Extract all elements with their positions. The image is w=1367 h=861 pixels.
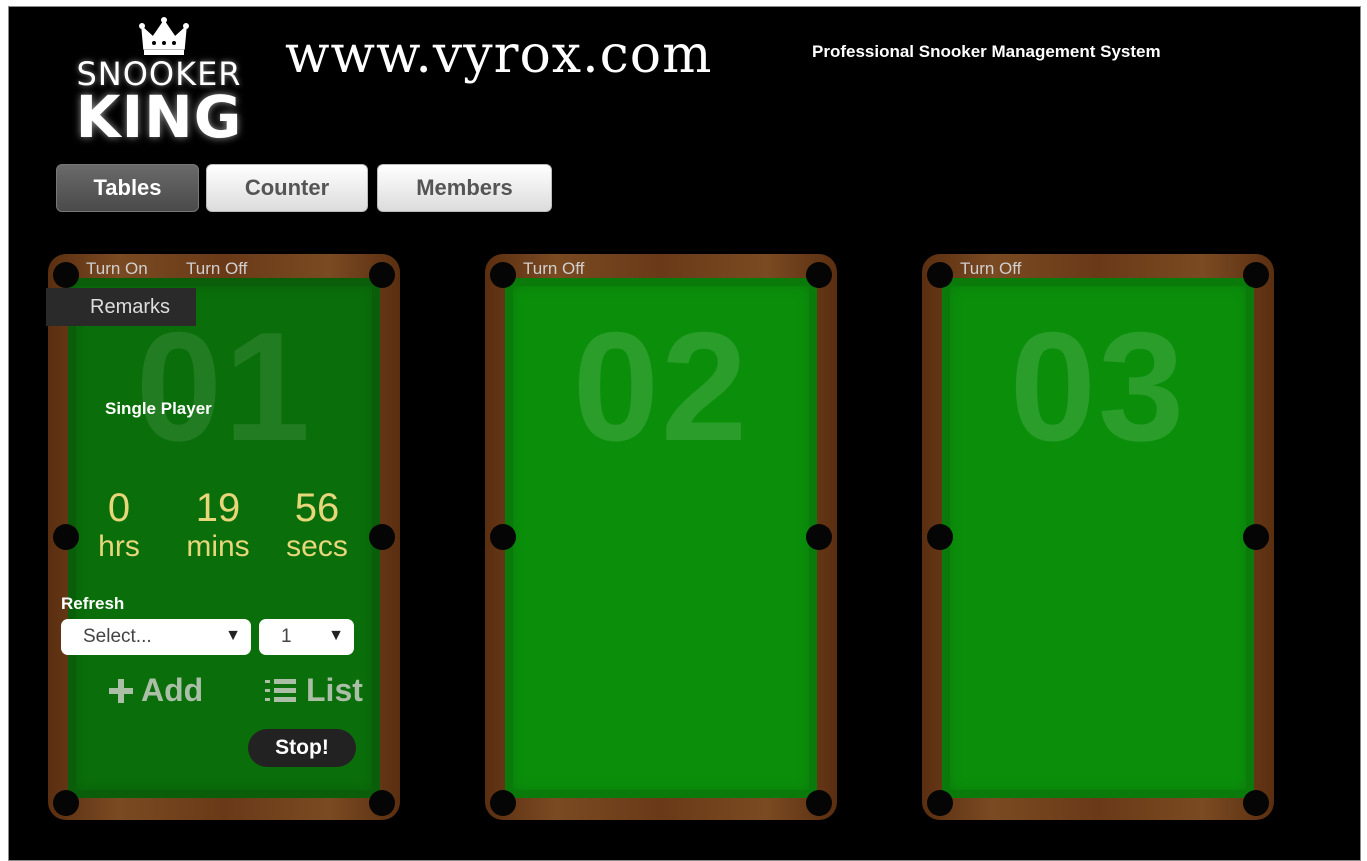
pocket [490,262,516,288]
turn-off-link[interactable]: Turn Off [186,259,247,279]
table-number: 01 [135,300,313,473]
pocket [1243,790,1269,816]
timer-hours-value: 0 [107,486,131,530]
item-select[interactable]: Select... ▼ [61,619,251,655]
player-mode-label: Single Player [105,399,212,418]
snooker-king-logo: SNOOKER KING [64,15,264,151]
snooker-table-02[interactable]: 02 Turn Off [485,254,837,820]
list-button[interactable]: List [264,672,363,709]
pocket [53,262,79,288]
snooker-table-03[interactable]: 03 Turn Off [922,254,1274,820]
site-url: www.vyrox.com [285,25,713,85]
pocket [490,790,516,816]
app-window: SNOOKER KING www.vyrox.com Professional … [8,6,1361,861]
pocket [1243,524,1269,550]
turn-off-link[interactable]: Turn Off [523,259,584,279]
list-label: List [306,672,363,708]
refresh-link[interactable]: Refresh [61,594,124,614]
pocket [806,524,832,550]
timer-hours: 0 hrs [79,486,159,564]
item-select-value: Select... [83,626,152,647]
pocket [927,262,953,288]
timer-minutes-value: 19 [195,486,241,530]
pocket [53,524,79,550]
turn-on-link[interactable]: Turn On [86,259,148,279]
remarks-button[interactable]: Remarks [46,288,196,326]
list-icon [265,678,296,702]
turn-off-link[interactable]: Turn Off [960,259,1021,279]
pocket [927,524,953,550]
timer-minutes: 19 mins [178,486,258,564]
quantity-select-value: 1 [281,626,292,647]
stop-button[interactable]: Stop! [248,729,356,767]
tagline: Professional Snooker Management System [812,42,1161,61]
table-number: 03 [1009,300,1187,473]
add-button[interactable]: Add [107,672,203,709]
tab-tables[interactable]: Tables [56,164,199,212]
pocket [1243,262,1269,288]
pocket [369,262,395,288]
pocket [490,524,516,550]
pocket [806,790,832,816]
timer-seconds: 56 secs [277,486,357,564]
table-number: 02 [572,300,750,473]
logo-text-king: KING [75,83,243,151]
dropdown-arrow-icon: ▼ [225,627,241,644]
tab-counter[interactable]: Counter [206,164,368,212]
tab-members[interactable]: Members [377,164,552,212]
add-label: Add [141,672,204,708]
plus-icon [109,678,133,703]
pocket [927,790,953,816]
timer-hours-unit: hrs [98,530,140,563]
pocket [369,790,395,816]
pocket [53,790,79,816]
pocket [806,262,832,288]
timer-seconds-unit: secs [286,530,348,563]
snooker-table-01[interactable]: 01 Turn On Turn Off Remarks Single Playe… [46,254,400,820]
dropdown-arrow-icon: ▼ [328,627,344,644]
quantity-select[interactable]: 1 ▼ [259,619,354,655]
pocket [369,524,395,550]
timer-minutes-unit: mins [186,530,250,563]
crown-icon [139,17,189,55]
timer-seconds-value: 56 [294,486,340,530]
